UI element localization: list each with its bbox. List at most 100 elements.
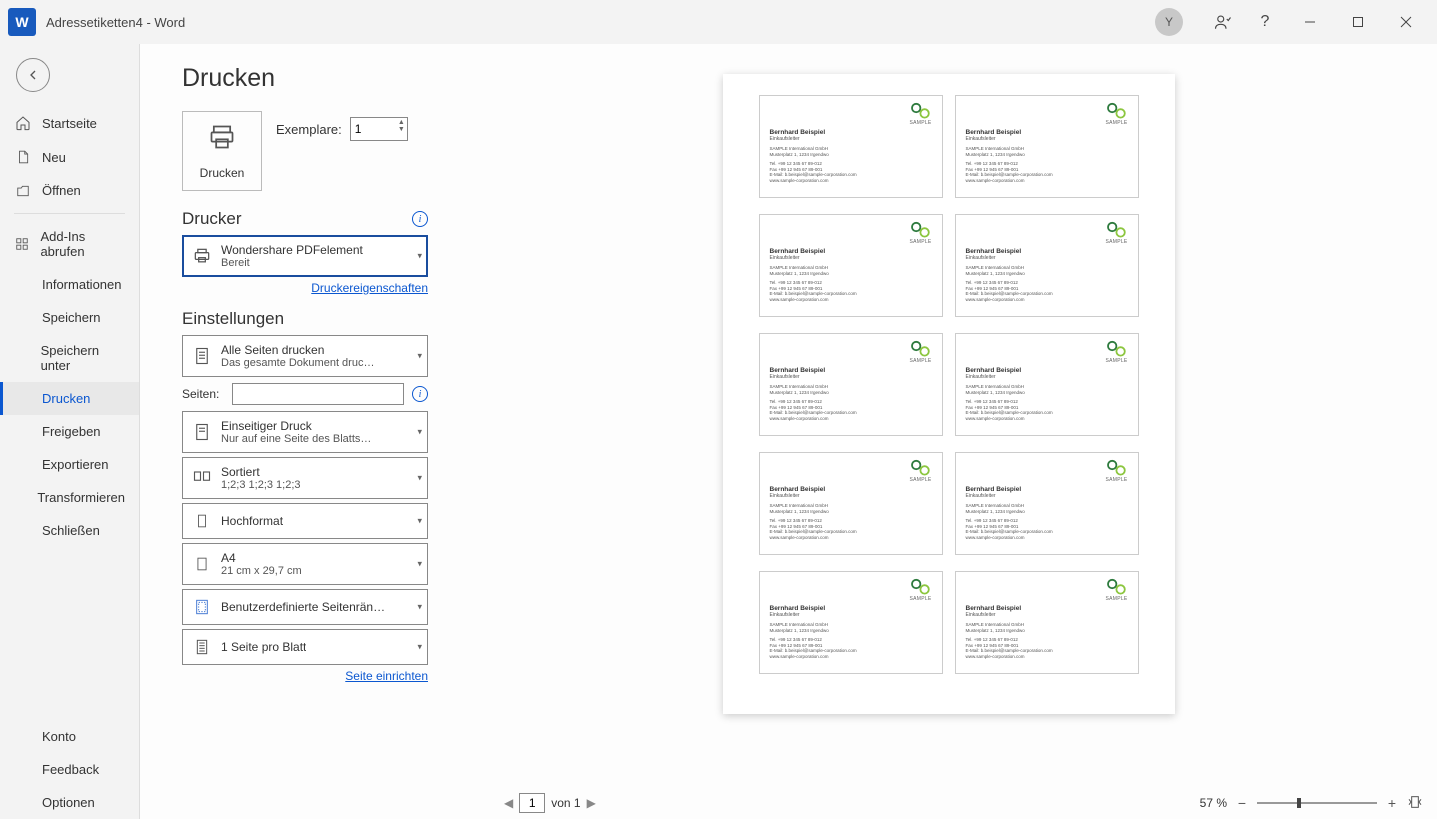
preview-status-bar: ◀ 1 von 1 ▶ 57 % − + (460, 787, 1437, 819)
nav-transform[interactable]: Transformieren (0, 481, 139, 514)
orientation-dropdown[interactable]: Hochformat ▾ (182, 503, 428, 539)
label-card: SAMPLEBernhard BeispielEinkaufsleiterSAM… (955, 214, 1139, 317)
printer-info-icon[interactable]: i (412, 211, 428, 227)
nav-share[interactable]: Freigeben (0, 415, 139, 448)
portrait-icon (189, 508, 215, 534)
next-page-button[interactable]: ▶ (587, 796, 596, 810)
coming-soon-icon[interactable] (1203, 5, 1243, 39)
printer-dropdown[interactable]: Wondershare PDFelement Bereit ▾ (182, 235, 428, 277)
nav-label: Speichern (42, 310, 101, 325)
open-icon (14, 184, 32, 198)
chevron-down-icon: ▾ (417, 473, 422, 484)
label-card: SAMPLEBernhard BeispielEinkaufsleiterSAM… (955, 452, 1139, 555)
nav-print[interactable]: Drucken (0, 382, 139, 415)
pages-info-icon[interactable]: i (412, 386, 428, 402)
nav-save[interactable]: Speichern (0, 301, 139, 334)
addins-icon (14, 237, 30, 251)
collate-dropdown[interactable]: Sortiert 1;2;3 1;2;3 1;2;3 ▾ (182, 457, 428, 499)
user-avatar[interactable]: Y (1155, 8, 1183, 36)
sample-logo: SAMPLE (1104, 578, 1130, 606)
chevron-down-icon: ▾ (417, 427, 422, 438)
nav-feedback[interactable]: Feedback (0, 753, 139, 786)
one-sided-icon (189, 419, 215, 445)
nav-label: Transformieren (37, 490, 125, 505)
sample-logo: SAMPLE (908, 102, 934, 130)
nav-label: Schließen (42, 523, 100, 538)
nav-new[interactable]: Neu (0, 140, 139, 174)
label-card: SAMPLEBernhard BeispielEinkaufsleiterSAM… (759, 571, 943, 674)
nav-close[interactable]: Schließen (0, 514, 139, 547)
sample-logo: SAMPLE (908, 221, 934, 249)
chevron-down-icon: ▾ (417, 251, 422, 262)
pages-input[interactable] (232, 383, 404, 405)
maximize-button[interactable] (1335, 5, 1381, 39)
nav-label: Speichern unter (41, 343, 125, 373)
copies-input[interactable]: 1 ▲▼ (350, 117, 408, 141)
sample-logo: SAMPLE (908, 340, 934, 368)
printer-heading: Drucker (182, 209, 242, 229)
nav-label: Öffnen (42, 183, 81, 198)
nav-account[interactable]: Konto (0, 720, 139, 753)
help-icon[interactable]: ? (1245, 5, 1285, 39)
nav-label: Informationen (42, 277, 122, 292)
sample-logo: SAMPLE (1104, 221, 1130, 249)
chevron-down-icon: ▾ (417, 642, 422, 653)
nav-label: Startseite (42, 116, 97, 131)
label-card: SAMPLEBernhard BeispielEinkaufsleiterSAM… (955, 333, 1139, 436)
settings-heading: Einstellungen (182, 309, 284, 329)
nav-label: Neu (42, 150, 66, 165)
nav-info[interactable]: Informationen (0, 268, 139, 301)
paper-icon (189, 551, 215, 577)
printer-name: Wondershare PDFelement (221, 243, 363, 257)
nav-export[interactable]: Exportieren (0, 448, 139, 481)
page-count-label: von 1 (551, 796, 580, 810)
chevron-down-icon: ▾ (417, 559, 422, 570)
print-button[interactable]: Drucken (182, 111, 262, 191)
zoom-out-button[interactable]: − (1235, 795, 1249, 811)
sides-dropdown[interactable]: Einseitiger Druck Nur auf eine Seite des… (182, 411, 428, 453)
nav-label: Exportieren (42, 457, 108, 472)
printer-properties-link[interactable]: Druckereigenschaften (311, 281, 428, 295)
new-icon (14, 149, 32, 165)
printer-icon (206, 123, 238, 158)
preview-page: SAMPLEBernhard BeispielEinkaufsleiterSAM… (723, 74, 1175, 714)
copies-spinner[interactable]: ▲▼ (398, 119, 405, 133)
pages-label: Seiten: (182, 387, 224, 401)
nav-saveas[interactable]: Speichern unter (0, 334, 139, 382)
document-icon (189, 343, 215, 369)
paper-dropdown[interactable]: A4 21 cm x 29,7 cm ▾ (182, 543, 428, 585)
page-setup-link[interactable]: Seite einrichten (345, 669, 428, 683)
sample-logo: SAMPLE (1104, 459, 1130, 487)
nav-home[interactable]: Startseite (0, 106, 139, 140)
document-title: Adressetiketten4 - Word (46, 15, 185, 30)
sample-logo: SAMPLE (1104, 340, 1130, 368)
sample-logo: SAMPLE (908, 578, 934, 606)
print-panel: Drucken Drucken Exemplare: 1 ▲▼ (140, 44, 460, 819)
copies-label: Exemplare: (276, 122, 342, 137)
copies-value: 1 (355, 122, 362, 136)
nav-open[interactable]: Öffnen (0, 174, 139, 207)
label-card: SAMPLEBernhard BeispielEinkaufsleiterSAM… (759, 452, 943, 555)
label-card: SAMPLEBernhard BeispielEinkaufsleiterSAM… (759, 214, 943, 317)
nav-addins[interactable]: Add-Ins abrufen (0, 220, 139, 268)
label-card: SAMPLEBernhard BeispielEinkaufsleiterSAM… (955, 571, 1139, 674)
sample-logo: SAMPLE (908, 459, 934, 487)
minimize-button[interactable] (1287, 5, 1333, 39)
zoom-in-button[interactable]: + (1385, 795, 1399, 811)
print-range-dropdown[interactable]: Alle Seiten drucken Das gesamte Dokument… (182, 335, 428, 377)
pages-per-sheet-dropdown[interactable]: 1 Seite pro Blatt ▾ (182, 629, 428, 665)
margins-icon (189, 594, 215, 620)
word-icon: W (8, 8, 36, 36)
nav-options[interactable]: Optionen (0, 786, 139, 819)
back-button[interactable] (16, 58, 50, 92)
fit-to-window-button[interactable] (1407, 794, 1423, 813)
print-button-label: Drucken (200, 166, 245, 180)
zoom-slider[interactable] (1257, 802, 1377, 804)
margins-dropdown[interactable]: Benutzerdefinierte Seitenrän… ▾ (182, 589, 428, 625)
page-heading: Drucken (182, 64, 428, 93)
nav-label: Add-Ins abrufen (40, 229, 125, 259)
current-page-input[interactable]: 1 (519, 793, 545, 813)
close-button[interactable] (1383, 5, 1429, 39)
prev-page-button[interactable]: ◀ (504, 796, 513, 810)
chevron-down-icon: ▾ (417, 516, 422, 527)
